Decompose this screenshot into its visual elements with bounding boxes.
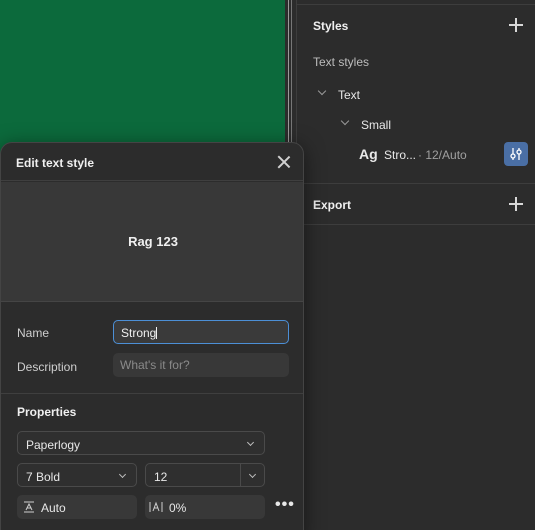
font-size-input[interactable]: 12 <box>145 463 265 487</box>
dialog-title: Edit text style <box>16 156 95 170</box>
panel-divider <box>297 224 535 225</box>
dialog-divider <box>1 393 303 394</box>
font-size-value: 12 <box>154 470 168 484</box>
properties-title: Properties <box>17 405 77 419</box>
text-style-name: Stro... <box>384 148 417 162</box>
text-style-preview-icon: Ag <box>359 146 378 162</box>
letter-spacing-input[interactable]: 0% <box>145 495 265 519</box>
line-height-value: Auto <box>41 501 66 515</box>
chevron-down-icon[interactable] <box>317 86 327 96</box>
font-family-select[interactable]: Paperlogy <box>17 431 265 455</box>
styles-section-title: Styles <box>313 19 349 33</box>
sliders-icon <box>510 148 522 160</box>
edit-text-style-dialog: Edit text style Rag 123 Name Strong Desc… <box>0 142 304 530</box>
name-label: Name <box>17 326 50 340</box>
text-cursor <box>156 327 158 339</box>
tree-group-text[interactable]: Text <box>338 88 360 102</box>
close-icon[interactable] <box>277 155 291 169</box>
tree-group-small[interactable]: Small <box>361 118 391 132</box>
preview-sample-text: Rag 123 <box>128 234 178 249</box>
name-input-value: Strong <box>121 326 157 340</box>
panel-divider <box>297 4 535 5</box>
more-options-icon[interactable]: ••• <box>275 496 295 514</box>
add-export-icon[interactable] <box>509 197 523 211</box>
description-input[interactable]: What's it for? <box>113 353 289 377</box>
font-weight-value: 7 Bold <box>26 470 61 484</box>
name-input[interactable]: Strong <box>113 320 289 344</box>
description-label: Description <box>17 360 78 374</box>
line-height-input[interactable]: Auto <box>17 495 137 519</box>
letter-spacing-value: 0% <box>169 501 187 515</box>
chevron-down-icon <box>118 470 127 479</box>
field-separator <box>240 464 241 486</box>
letter-spacing-icon <box>149 501 163 512</box>
font-family-value: Paperlogy <box>26 438 81 452</box>
text-style-preview: Rag 123 <box>1 182 303 302</box>
text-styles-label: Text styles <box>313 55 370 69</box>
text-style-meta: · 12/Auto <box>418 148 467 162</box>
line-height-icon <box>24 501 34 513</box>
chevron-down-icon[interactable] <box>248 470 257 479</box>
panel-divider <box>297 183 535 184</box>
export-section-title: Export <box>313 198 352 212</box>
chevron-down-icon <box>246 438 255 447</box>
dialog-header: Edit text style <box>1 143 303 181</box>
font-weight-select[interactable]: 7 Bold <box>17 463 137 487</box>
properties-panel: Styles Text styles Text Small Ag Stro...… <box>296 0 535 530</box>
edit-style-button[interactable] <box>504 142 528 166</box>
add-style-icon[interactable] <box>509 18 523 32</box>
chevron-down-icon[interactable] <box>340 116 350 126</box>
